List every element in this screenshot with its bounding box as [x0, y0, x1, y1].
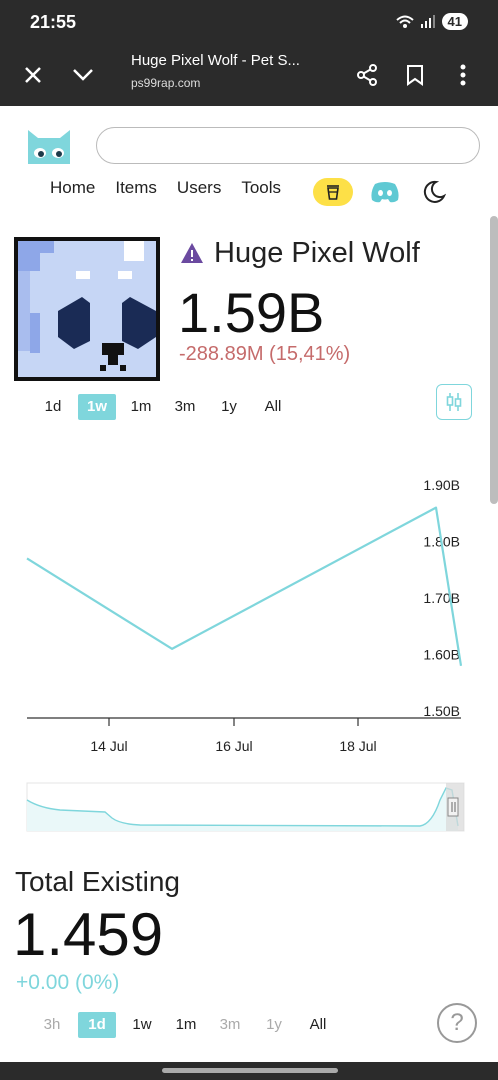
- kebab-menu-icon: [460, 64, 466, 86]
- x-tick-label: 18 Jul: [339, 738, 376, 754]
- discord-icon: [371, 182, 399, 203]
- exist-range-3m[interactable]: 3m: [214, 1012, 246, 1038]
- discord-button[interactable]: [370, 180, 400, 209]
- price-range-selector: 1d 1w 1m 3m 1y All: [36, 394, 290, 420]
- page-tab-title: Huge Pixel Wolf - Pet S...: [131, 52, 300, 69]
- status-icons: 41: [395, 13, 468, 30]
- price-change: -288.89M (15,41%): [179, 343, 351, 365]
- exist-range-1d[interactable]: 1d: [78, 1012, 116, 1038]
- browser-toolbar: Huge Pixel Wolf - Pet S... ps99rap.com: [0, 44, 498, 106]
- y-tick-label: 1.60B: [423, 647, 460, 663]
- candlestick-toggle-button[interactable]: [436, 384, 472, 420]
- share-icon: [357, 64, 377, 86]
- exist-range-all[interactable]: All: [302, 1012, 334, 1038]
- pet-price: 1.59B: [178, 281, 325, 344]
- bookmark-icon: [407, 65, 423, 86]
- help-button[interactable]: ?: [437, 1003, 477, 1043]
- pet-image: [14, 237, 160, 381]
- status-bar: 21:55 41: [0, 0, 498, 44]
- coffee-cup-icon: [327, 185, 339, 200]
- home-indicator[interactable]: [162, 1068, 338, 1073]
- candlestick-icon: [446, 393, 462, 411]
- y-tick-label: 1.90B: [423, 477, 460, 493]
- bookmark-button[interactable]: [398, 58, 432, 92]
- nav-tools[interactable]: Tools: [241, 178, 281, 198]
- nav-home[interactable]: Home: [50, 178, 95, 198]
- price-series-line: [26, 506, 463, 666]
- status-time: 21:55: [30, 12, 77, 32]
- theme-toggle-button[interactable]: [422, 180, 447, 209]
- total-existing-title: Total Existing: [15, 866, 180, 897]
- y-tick-label: 1.50B: [423, 703, 460, 719]
- navigator-handle: [447, 797, 459, 817]
- pet-name: Huge Pixel Wolf: [214, 237, 420, 269]
- exist-range-1m[interactable]: 1m: [170, 1012, 202, 1038]
- site-logo[interactable]: [26, 126, 72, 169]
- gesture-bar: [0, 1062, 498, 1080]
- close-icon: [25, 67, 41, 83]
- battery-indicator: 41: [441, 13, 468, 30]
- nav-items[interactable]: Items: [115, 178, 157, 198]
- range-1m[interactable]: 1m: [124, 394, 158, 420]
- price-chart[interactable]: 1.90B1.80B1.70B1.60B1.50B14 Jul 16 Jul 18 …: [0, 440, 498, 840]
- nav-users[interactable]: Users: [177, 178, 221, 198]
- cat-logo-icon: [28, 130, 70, 164]
- pixel-wolf-icon: [18, 241, 156, 377]
- warning-icon[interactable]: [180, 242, 204, 269]
- search-input[interactable]: [96, 127, 480, 164]
- exist-range-selector: 3h 1d 1w 1m 3m 1y All: [36, 1012, 334, 1038]
- range-1y[interactable]: 1y: [212, 394, 246, 420]
- exist-range-3h[interactable]: 3h: [36, 1012, 68, 1038]
- signal-icon: [420, 14, 435, 28]
- close-tab-button[interactable]: [16, 58, 50, 92]
- buy-coffee-button[interactable]: [313, 178, 353, 206]
- x-tick-label: 16 Jul: [215, 738, 252, 754]
- exist-range-1w[interactable]: 1w: [126, 1012, 158, 1038]
- total-existing-change: +0.00 (0%): [16, 971, 120, 994]
- minimize-button[interactable]: [66, 58, 100, 92]
- range-all[interactable]: All: [256, 394, 290, 420]
- range-3m[interactable]: 3m: [168, 394, 202, 420]
- total-existing-value: 1.459: [13, 901, 164, 968]
- range-1d[interactable]: 1d: [36, 394, 70, 420]
- y-tick-label: 1.70B: [423, 590, 460, 606]
- share-button[interactable]: [350, 58, 384, 92]
- x-tick-label: 14 Jul: [90, 738, 127, 754]
- more-options-button[interactable]: [446, 58, 480, 92]
- main-nav: Home Items Users Tools: [50, 178, 301, 198]
- page-url: ps99rap.com: [131, 76, 201, 90]
- exist-range-1y[interactable]: 1y: [258, 1012, 290, 1038]
- wifi-icon: [395, 15, 414, 28]
- range-1w[interactable]: 1w: [78, 394, 116, 420]
- chevron-down-icon: [73, 69, 93, 81]
- moon-icon: [423, 180, 447, 203]
